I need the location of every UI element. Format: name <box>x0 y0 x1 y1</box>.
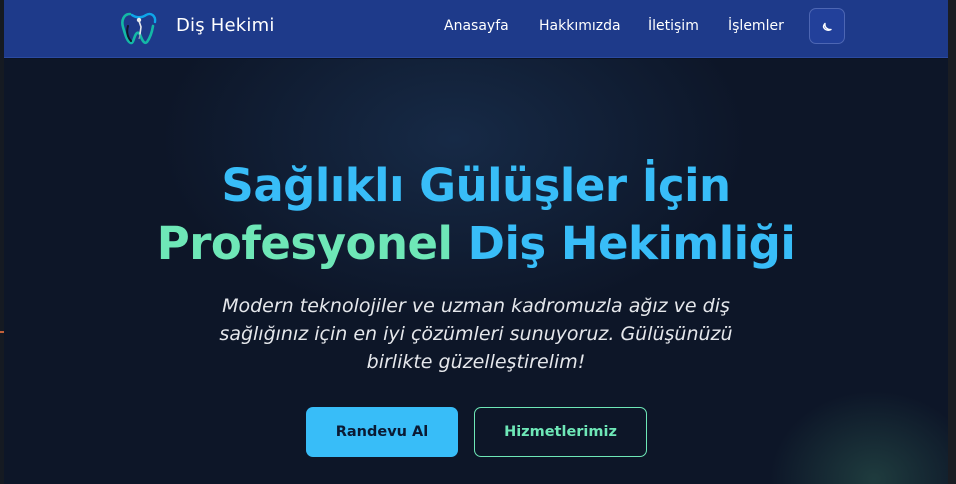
hero-title-rest: Diş Hekimliği <box>452 217 796 270</box>
nav-about[interactable]: Hakkımızda <box>539 18 621 34</box>
services-button[interactable]: Hizmetlerimiz <box>474 407 647 457</box>
tooth-logo-icon[interactable] <box>118 6 160 48</box>
nav-procedures[interactable]: İşlemler <box>728 18 784 34</box>
hero-section: Sağlıklı Gülüşler İçin Profesyonel Diş H… <box>4 59 948 484</box>
hero-subtitle: Modern teknolojiler ve uzman kadromuzla … <box>219 295 733 373</box>
scrollbar[interactable] <box>948 0 956 484</box>
hero-title-line2: Profesyonel Diş Hekimliği <box>4 217 948 270</box>
book-appointment-button[interactable]: Randevu Al <box>306 407 458 457</box>
nav-home[interactable]: Anasayfa <box>444 18 509 34</box>
hero-title-line1: Sağlıklı Gülüşler İçin <box>221 159 731 212</box>
brand-name[interactable]: Diş Hekimi <box>176 15 275 36</box>
nav-contact[interactable]: İletişim <box>648 18 699 34</box>
hero-title-highlight: Profesyonel <box>156 217 453 270</box>
site-header: Diş Hekimi Anasayfa Hakkımızda İletişim … <box>4 0 948 58</box>
theme-toggle-button[interactable] <box>809 8 845 44</box>
moon-icon <box>822 22 832 31</box>
